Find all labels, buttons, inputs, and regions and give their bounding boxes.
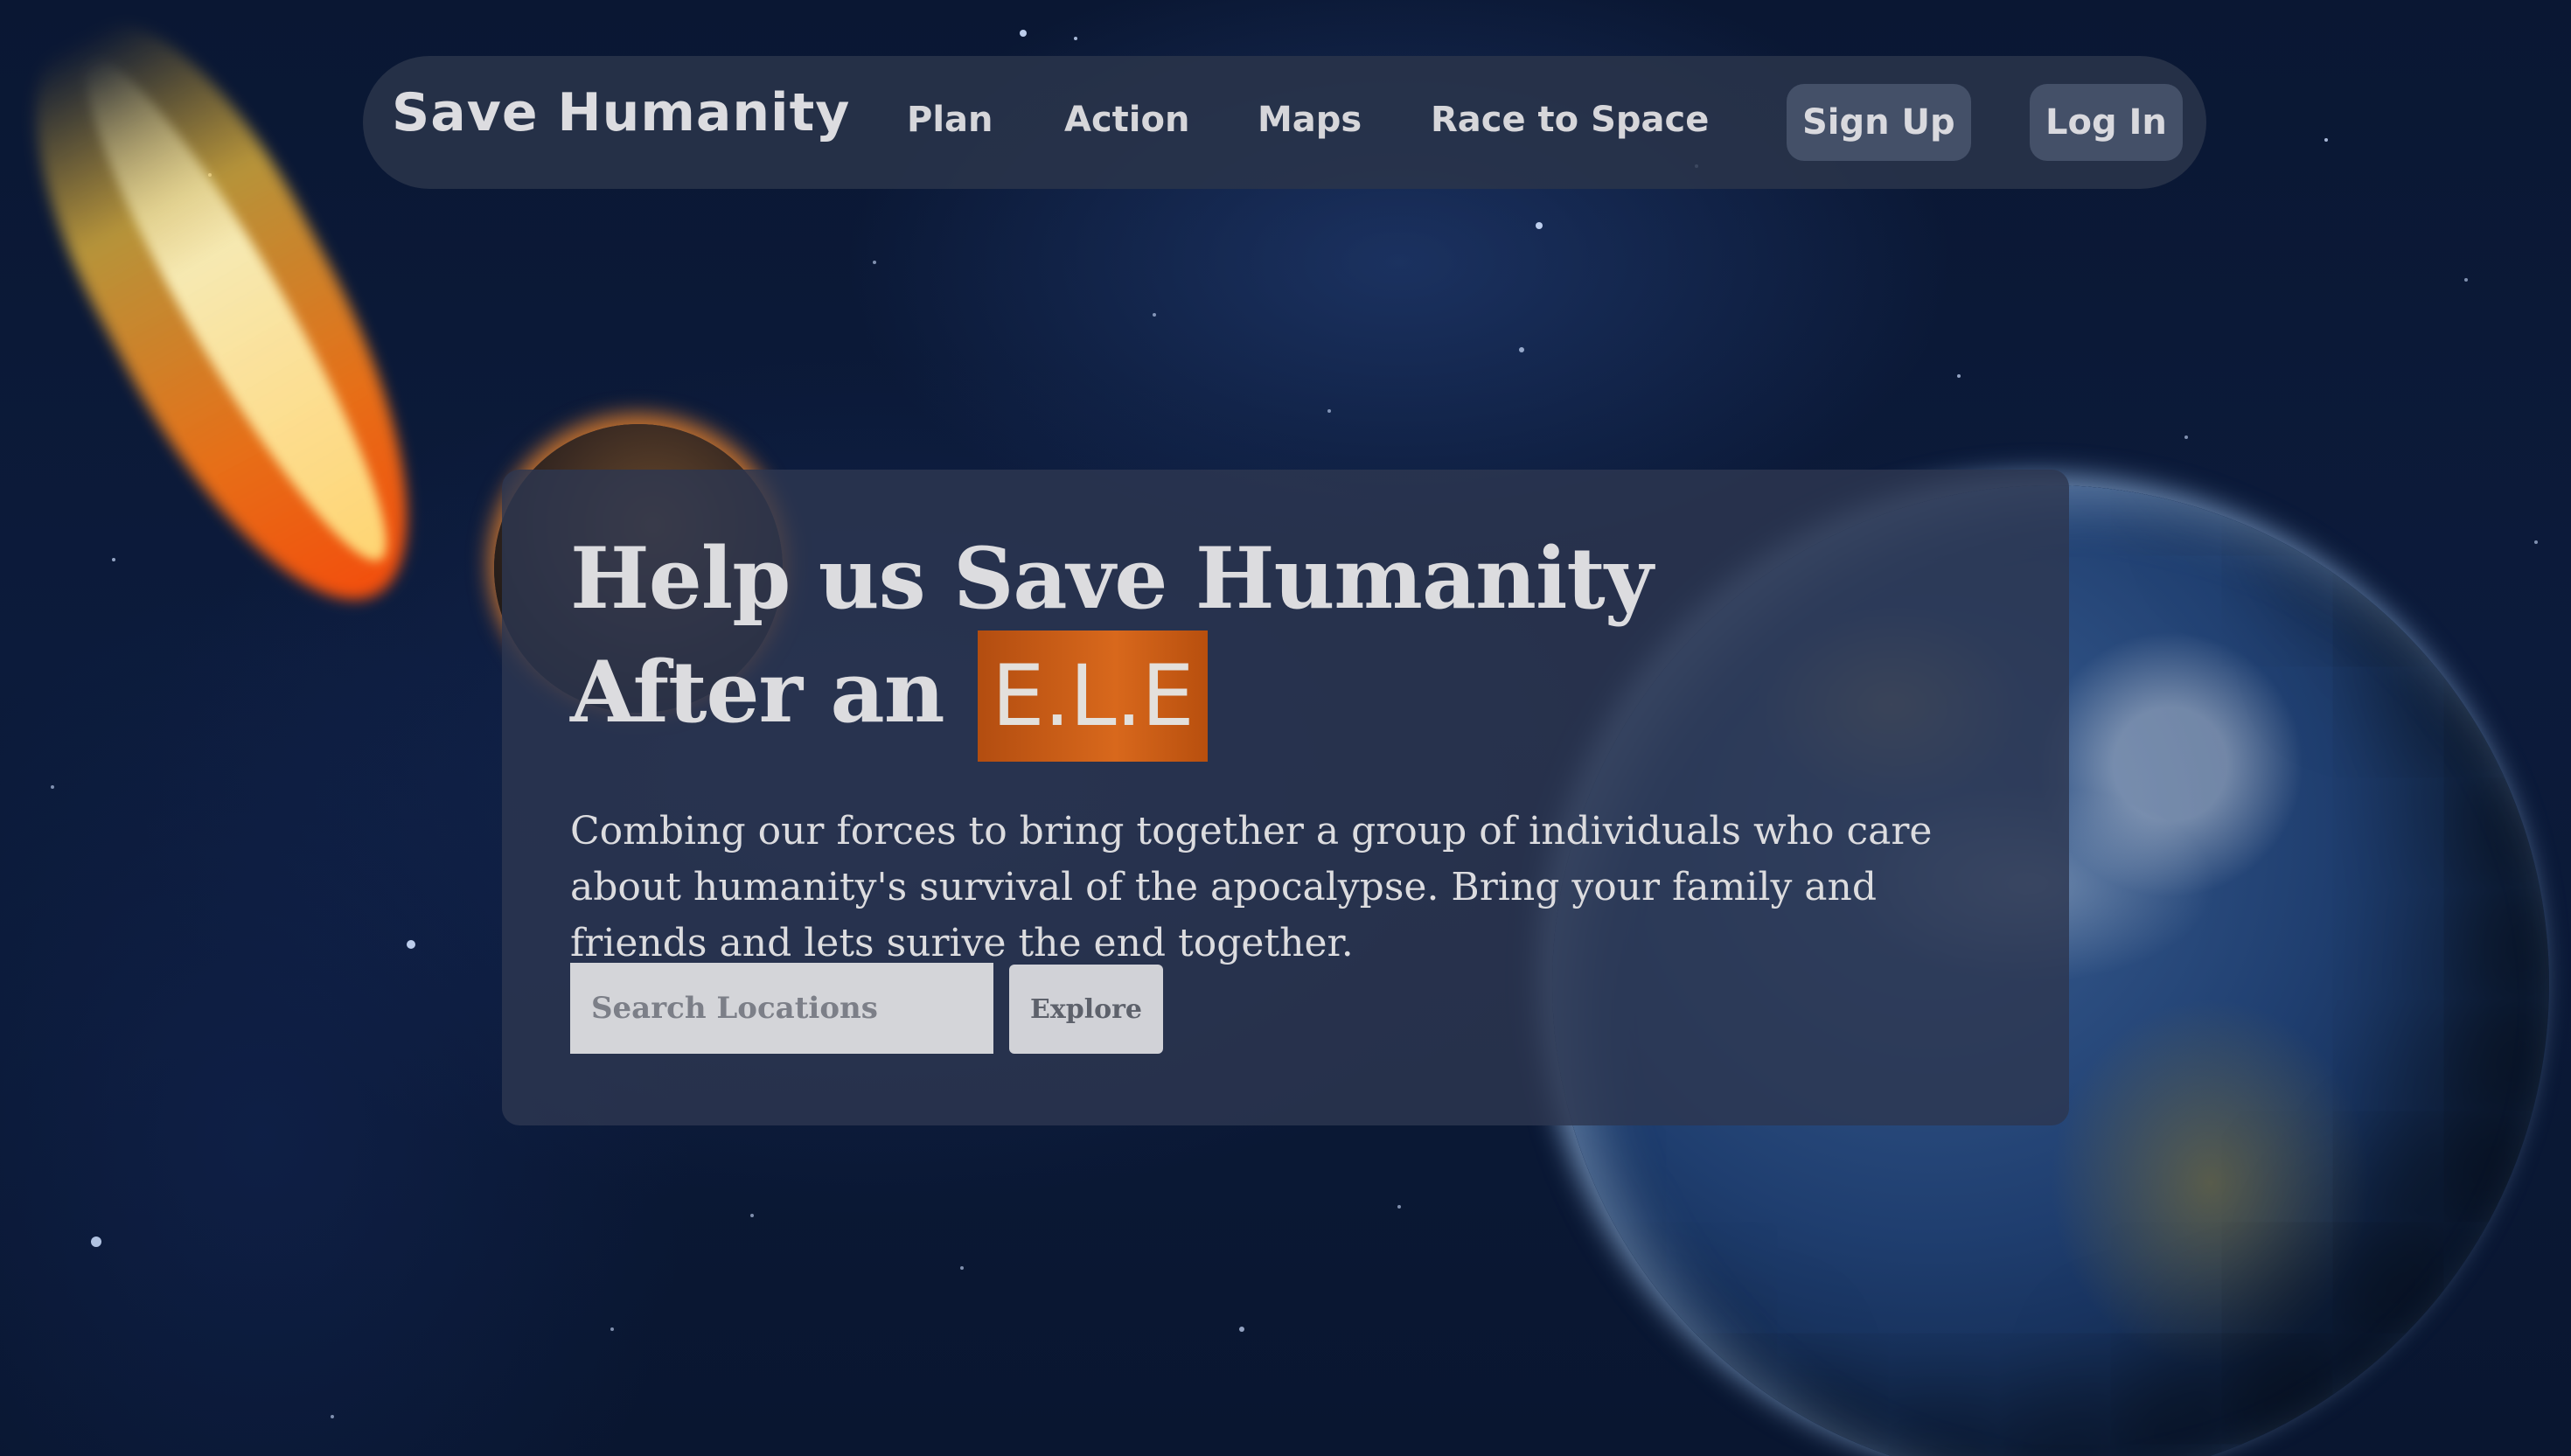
hero-title-prefix: After an — [570, 643, 945, 742]
nav-link-plan[interactable]: Plan — [907, 100, 993, 140]
search-locations-input[interactable] — [570, 963, 993, 1054]
nav-link-action[interactable]: Action — [1064, 100, 1189, 140]
brand-logo[interactable]: Save Humanity — [392, 82, 850, 143]
nav-link-maps[interactable]: Maps — [1258, 100, 1362, 140]
hero-description: Combing our forces to bring together a g… — [570, 809, 1933, 965]
top-navbar: Save Humanity Plan Action Maps Race to S… — [363, 56, 2206, 189]
ele-highlight: E.L.E — [977, 630, 1208, 762]
explore-button[interactable]: Explore — [1009, 965, 1163, 1054]
hero-title-line2: After an E.L.E — [570, 630, 1208, 762]
login-button[interactable]: Log In — [2030, 84, 2183, 161]
signup-button[interactable]: Sign Up — [1787, 84, 1971, 161]
hero-card: Help us Save Humanity After an E.L.E Com… — [502, 470, 2069, 1125]
hero-title-line1: Help us Save Humanity — [570, 529, 1654, 628]
nav-link-race-to-space[interactable]: Race to Space — [1431, 100, 1709, 140]
